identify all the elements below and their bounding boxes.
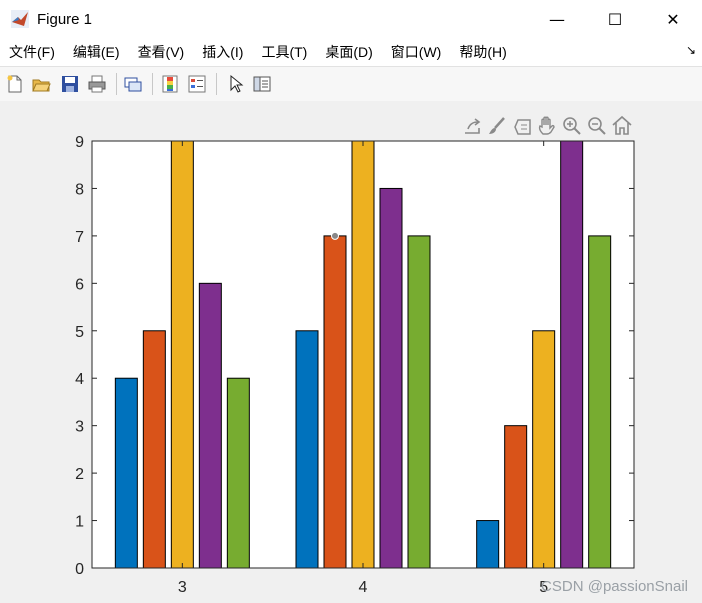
bar[interactable]	[170, 140, 194, 569]
minimize-icon: —	[549, 9, 565, 29]
menu-insert[interactable]: 插入(I)	[193, 42, 252, 62]
figure-toolbar	[0, 66, 702, 102]
menu-view[interactable]: 查看(V)	[129, 42, 194, 62]
bar[interactable]	[198, 282, 222, 569]
colorbar-icon[interactable]	[160, 74, 180, 94]
print-icon[interactable]	[87, 74, 107, 94]
menu-window[interactable]: 窗口(W)	[382, 42, 451, 62]
zoom-in-icon[interactable]	[563, 117, 581, 135]
close-button[interactable]: ✕	[644, 0, 702, 38]
data-tip-marker[interactable]	[331, 231, 339, 240]
x-tick-label: 3	[178, 579, 187, 596]
link-plot-icon[interactable]	[123, 74, 143, 94]
window-title: Figure 1	[37, 10, 93, 28]
figure-canvas: 0123456789 345 CSDN @passionSnail	[0, 101, 702, 603]
new-figure-icon[interactable]	[5, 74, 25, 94]
y-tick-label: 2	[75, 466, 84, 483]
bar[interactable]	[323, 235, 347, 569]
menu-edit[interactable]: 编辑(E)	[64, 42, 129, 62]
bar[interactable]	[295, 330, 319, 569]
menu-overflow-icon[interactable]: ↘	[686, 43, 696, 57]
maximize-icon: ☐	[607, 9, 623, 29]
y-tick-label: 3	[75, 419, 84, 436]
axes-toolbar	[465, 115, 632, 135]
bar[interactable]	[114, 377, 138, 569]
brush-icon[interactable]	[489, 117, 505, 134]
y-tick-label: 4	[75, 371, 84, 388]
bar[interactable]	[379, 187, 403, 569]
menu-help[interactable]: 帮助(H)	[450, 42, 515, 62]
bar[interactable]	[476, 520, 500, 569]
y-tick-label: 5	[75, 324, 84, 341]
legend-icon[interactable]	[187, 74, 207, 94]
menu-file[interactable]: 文件(F)	[0, 42, 64, 62]
y-tick-label: 8	[75, 181, 84, 198]
bar[interactable]	[532, 330, 556, 569]
property-inspector-icon[interactable]	[252, 74, 272, 94]
save-icon[interactable]	[60, 74, 80, 94]
menu-tools[interactable]: 工具(T)	[252, 42, 316, 62]
pointer-icon[interactable]	[226, 74, 246, 94]
y-tick-label: 6	[75, 276, 84, 293]
bar[interactable]	[407, 235, 431, 569]
bar[interactable]	[504, 425, 528, 569]
minimize-button[interactable]: —	[528, 0, 586, 38]
menu-bar: 文件(F) 编辑(E) 查看(V) 插入(I) 工具(T) 桌面(D) 窗口(W…	[0, 38, 702, 66]
menu-desktop[interactable]: 桌面(D)	[316, 42, 381, 62]
bar[interactable]	[142, 330, 166, 569]
data-tip-point[interactable]	[331, 231, 339, 240]
bar[interactable]	[560, 140, 584, 569]
close-icon: ✕	[666, 9, 680, 29]
bar[interactable]	[351, 140, 375, 569]
maximize-button[interactable]: ☐	[586, 0, 644, 38]
pan-icon[interactable]	[538, 116, 555, 135]
matlab-logo-icon	[11, 10, 29, 28]
export-icon[interactable]	[465, 118, 481, 134]
y-tick-label: 7	[75, 229, 84, 246]
y-tick-label: 0	[75, 561, 84, 578]
watermark-text: CSDN @passionSnail	[541, 578, 688, 595]
x-tick-label: 4	[359, 579, 368, 596]
y-tick-label: 9	[75, 134, 84, 151]
y-tick-label: 1	[75, 514, 84, 531]
bar[interactable]	[226, 377, 250, 569]
bar-chart: 0123456789 345	[75, 115, 635, 596]
open-file-icon[interactable]	[31, 74, 51, 94]
zoom-out-icon[interactable]	[588, 117, 606, 135]
home-icon[interactable]	[612, 115, 632, 135]
data-tips-icon[interactable]	[514, 119, 531, 135]
bar[interactable]	[588, 235, 612, 569]
title-bar: Figure 1 — ☐ ✕	[0, 0, 702, 38]
